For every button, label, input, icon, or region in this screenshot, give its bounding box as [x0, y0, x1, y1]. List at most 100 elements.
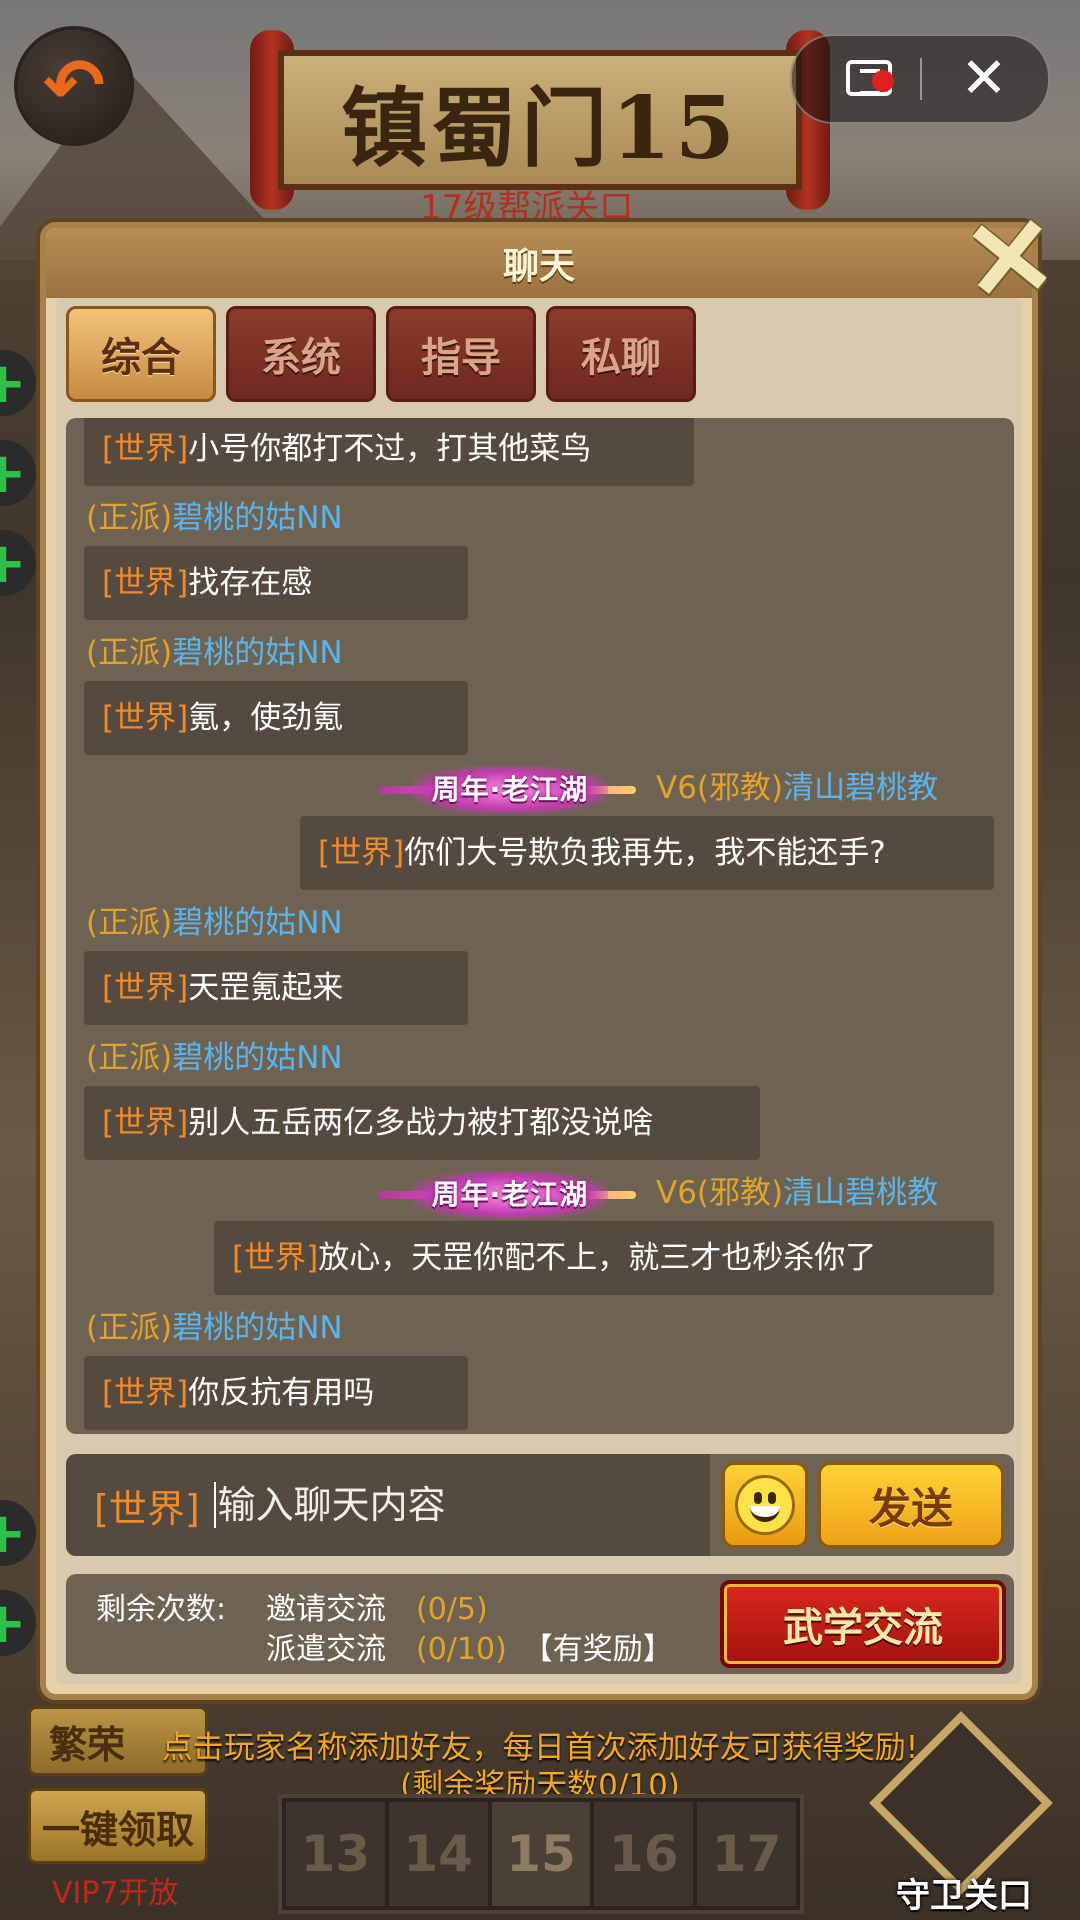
channel-tag: [世界]: [102, 431, 189, 467]
dispatch-exchange-line: 派遣交流 (0/10) 【有奖励】: [266, 1624, 673, 1668]
martial-exchange-button[interactable]: 武学交流: [720, 1580, 1006, 1668]
invite-exchange-line: 邀请交流 (0/5): [266, 1584, 488, 1628]
capsule-divider: [920, 58, 922, 100]
smiley-icon: [735, 1475, 795, 1535]
menu-button[interactable]: [840, 54, 896, 102]
side-plus-icon[interactable]: +: [0, 530, 36, 596]
message-bubble: [世界]别人五岳两亿多战力被打都没说啥: [84, 1086, 760, 1160]
sender-prefix: (正派): [86, 1040, 173, 1076]
channel-tag: [世界]: [102, 700, 189, 736]
chat-message-list[interactable]: [世界]小号你都打不过，打其他菜鸟 (正派)碧桃的姑NN [世界]找存在感 (正…: [66, 418, 1014, 1434]
side-plus-icon[interactable]: +: [0, 1500, 36, 1566]
invite-count: (0/5): [416, 1592, 488, 1627]
message-text: 小号你都打不过，打其他菜鸟: [188, 431, 592, 467]
message-bubble: [世界]天罡氪起来: [84, 951, 468, 1025]
chat-input-row: [世界] 发送: [66, 1454, 1014, 1556]
level-cell[interactable]: 14: [388, 1802, 488, 1906]
sender-name[interactable]: 碧桃的姑NN: [172, 1310, 342, 1346]
sender-label[interactable]: (正派)碧桃的姑NN: [86, 897, 343, 942]
channel-tag: [世界]: [318, 835, 405, 871]
message-bubble: [世界]你反抗有用吗: [84, 1356, 468, 1430]
sender-label[interactable]: V6(邪教)清山碧桃教: [656, 1167, 938, 1212]
level-cell[interactable]: 16: [594, 1802, 694, 1906]
sender-name[interactable]: 碧桃的姑NN: [172, 500, 342, 536]
side-plus-icon[interactable]: +: [0, 440, 36, 506]
sender-name[interactable]: 清山碧桃教: [783, 1175, 938, 1211]
sender-label[interactable]: (正派)碧桃的姑NN: [86, 492, 343, 537]
send-button[interactable]: 发送: [818, 1462, 1004, 1548]
message-text: 你们大号欺负我再先，我不能还手?: [404, 835, 886, 871]
remaining-label: 剩余次数:: [96, 1592, 227, 1627]
sender-prefix: V6(邪教): [656, 770, 784, 806]
channel-tag: [世界]: [102, 970, 189, 1006]
tab-system[interactable]: 系统: [226, 306, 376, 402]
chat-tabs: 综合 系统 指导 私聊: [66, 306, 696, 404]
message-text: 放心，天罡你配不上，就三才也秒杀你了: [318, 1240, 877, 1276]
level-strip: 13 14 15 16 17: [278, 1794, 804, 1914]
guard-label: 守卫关口: [896, 1876, 1032, 1916]
message-text: 别人五岳两亿多战力被打都没说啥: [188, 1105, 654, 1141]
sender-label[interactable]: (正派)碧桃的姑NN: [86, 627, 343, 672]
sender-name[interactable]: 碧桃的姑NN: [172, 635, 342, 671]
invite-label: 邀请交流: [266, 1592, 386, 1627]
dispatch-label: 派遣交流: [266, 1632, 386, 1667]
sender-name[interactable]: 碧桃的姑NN: [172, 1040, 342, 1076]
chat-title: 聊天: [46, 228, 1032, 298]
chat-input-box[interactable]: [世界]: [66, 1454, 710, 1556]
vip-note: VIP7开放: [52, 1876, 179, 1911]
tab-private[interactable]: 私聊: [546, 306, 696, 402]
message-text: 氪，使劲氪: [188, 700, 344, 736]
tab-guide[interactable]: 指导: [386, 306, 536, 402]
sender-prefix: (正派): [86, 1310, 173, 1346]
message-bubble: [世界]氪，使劲氪: [84, 681, 468, 755]
message-bubble: [世界]找存在感: [84, 546, 468, 620]
message-bubble: [世界]放心，天罡你配不上，就三才也秒杀你了: [214, 1221, 994, 1295]
message-text: 你反抗有用吗: [188, 1375, 375, 1411]
sender-label[interactable]: (正派)碧桃的姑NN: [86, 1032, 343, 1077]
close-icon: ✕: [960, 45, 1008, 111]
level-cell[interactable]: 13: [286, 1802, 385, 1906]
message-text: 找存在感: [188, 565, 313, 601]
sender-prefix: (正派): [86, 905, 173, 941]
channel-tag: [世界]: [102, 1105, 189, 1141]
message-bubble: [世界]小号你都打不过，打其他菜鸟: [84, 418, 694, 486]
sender-label[interactable]: (正派)碧桃的姑NN: [86, 1302, 343, 1347]
emoji-button[interactable]: [722, 1462, 808, 1548]
chat-input[interactable]: [213, 1482, 660, 1528]
anniversary-badge: 周年·老江湖: [378, 762, 636, 818]
sender-name[interactable]: 碧桃的姑NN: [172, 905, 342, 941]
badge-label: 周年·老江湖: [412, 1171, 608, 1219]
level-cell[interactable]: 17: [697, 1802, 796, 1906]
exchange-row: 剩余次数: 邀请交流 (0/5) 派遣交流 (0/10) 【有奖励】 武学交流: [66, 1574, 1014, 1674]
message-text: 天罡氪起来: [188, 970, 344, 1006]
guard-pass-button[interactable]: 守卫关口: [866, 1711, 1062, 1916]
badge-label: 周年·老江湖: [412, 766, 608, 814]
close-x-icon: ✕: [957, 189, 1063, 328]
channel-tag: [世界]: [232, 1240, 319, 1276]
channel-tag: [世界]: [102, 1375, 189, 1411]
sender-label[interactable]: V6(邪教)清山碧桃教: [656, 762, 938, 807]
level-cell-current[interactable]: 15: [491, 1802, 591, 1906]
reward-note: 【有奖励】: [522, 1632, 673, 1667]
one-key-claim-button[interactable]: 一键领取: [28, 1788, 208, 1864]
stage-banner: 镇蜀门15: [250, 30, 830, 210]
side-plus-icon[interactable]: +: [0, 350, 36, 416]
message-bubble: [世界]你们大号欺负我再先，我不能还手?: [300, 816, 994, 890]
dispatch-count: (0/10): [416, 1632, 507, 1667]
back-arrow-icon: ↶: [42, 43, 105, 129]
notification-dot-icon: [872, 70, 894, 92]
mini-program-capsule: ✕: [790, 34, 1050, 124]
stage-title: 镇蜀门15: [278, 50, 802, 190]
close-chat-button[interactable]: ✕: [956, 190, 1065, 328]
sender-prefix: V6(邪教): [656, 1175, 784, 1211]
back-arrow-button[interactable]: ↶: [18, 30, 130, 142]
side-plus-icon[interactable]: +: [0, 1590, 36, 1656]
sender-prefix: (正派): [86, 500, 173, 536]
input-channel-selector[interactable]: [世界]: [94, 1478, 200, 1533]
sender-prefix: (正派): [86, 635, 173, 671]
tab-general[interactable]: 综合: [66, 306, 216, 402]
close-app-button[interactable]: ✕: [952, 45, 1016, 111]
anniversary-badge: 周年·老江湖: [378, 1167, 636, 1223]
channel-tag: [世界]: [102, 565, 189, 601]
sender-name[interactable]: 清山碧桃教: [783, 770, 938, 806]
